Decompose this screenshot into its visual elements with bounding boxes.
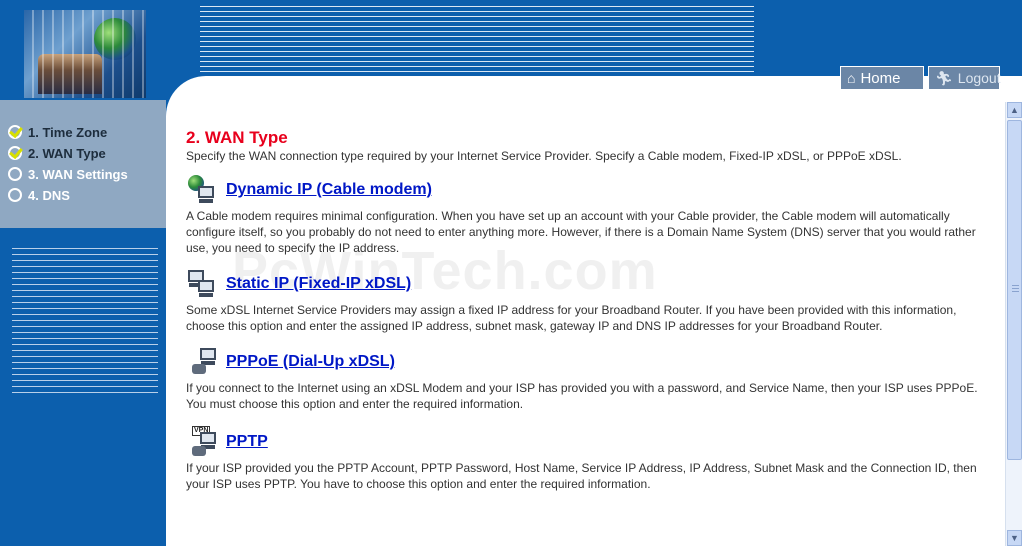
fixed-ip-icon bbox=[186, 268, 218, 300]
sidebar-decorative-lines bbox=[12, 248, 158, 393]
step-wan-type[interactable]: 2. WAN Type bbox=[8, 143, 106, 163]
pppoe-link[interactable]: PPPoE (Dial-Up xDSL) bbox=[226, 353, 395, 371]
step-label: 3. WAN Settings bbox=[28, 166, 128, 182]
dialup-icon bbox=[186, 346, 218, 378]
vertical-scrollbar[interactable]: ▲ ▼ bbox=[1005, 102, 1022, 546]
scroll-grip bbox=[1012, 285, 1019, 293]
scroll-up-arrow-icon[interactable]: ▲ bbox=[1007, 102, 1022, 118]
step-wan-settings[interactable]: 3. WAN Settings bbox=[8, 164, 128, 184]
page-subtitle: Specify the WAN connection type required… bbox=[186, 149, 902, 163]
check-icon bbox=[8, 146, 22, 160]
pptp-link[interactable]: PPTP bbox=[226, 433, 268, 451]
cable-modem-icon bbox=[186, 174, 218, 206]
option-pppoe: PPPoE (Dial-Up xDSL) bbox=[186, 346, 986, 378]
home-button[interactable]: ⌂ Home bbox=[840, 66, 924, 90]
pptp-description: If your ISP provided you the PPTP Accoun… bbox=[186, 461, 977, 491]
dynamic-ip-description: A Cable modem requires minimal configura… bbox=[186, 209, 976, 255]
vpn-icon: VPN bbox=[186, 426, 218, 458]
check-icon bbox=[8, 125, 22, 139]
option-dynamic-ip: Dynamic IP (Cable modem) bbox=[186, 174, 986, 206]
scroll-down-arrow-icon[interactable]: ▼ bbox=[1007, 530, 1022, 546]
step-time-zone[interactable]: 1. Time Zone bbox=[8, 122, 107, 142]
home-icon: ⌂ bbox=[847, 70, 856, 86]
option-pptp: VPN PPTP bbox=[186, 426, 986, 458]
home-label: Home bbox=[860, 69, 901, 87]
circle-icon bbox=[8, 188, 22, 202]
main-content: 2. WAN Type Specify the WAN connection t… bbox=[186, 128, 986, 492]
running-man-icon: 🏃︎ bbox=[935, 69, 953, 86]
scroll-thumb[interactable] bbox=[1007, 120, 1022, 460]
pppoe-description: If you connect to the Internet using an … bbox=[186, 381, 978, 411]
static-ip-link[interactable]: Static IP (Fixed-IP xDSL) bbox=[226, 275, 411, 293]
dynamic-ip-link[interactable]: Dynamic IP (Cable modem) bbox=[226, 181, 432, 199]
page-title: 2. WAN Type bbox=[186, 128, 288, 147]
wizard-steps: 1. Time Zone 2. WAN Type 3. WAN Settings… bbox=[0, 100, 166, 228]
step-dns[interactable]: 4. DNS bbox=[8, 185, 70, 205]
logout-button[interactable]: 🏃︎ Logout bbox=[928, 66, 1001, 90]
logo bbox=[24, 10, 146, 98]
header-decorative-lines bbox=[200, 6, 754, 72]
step-label: 4. DNS bbox=[28, 187, 70, 203]
step-label: 1. Time Zone bbox=[28, 124, 108, 140]
step-label: 2. WAN Type bbox=[28, 145, 106, 161]
logo-bars bbox=[24, 10, 146, 98]
logout-label: Logout bbox=[957, 70, 1001, 86]
circle-icon bbox=[8, 167, 22, 181]
option-static-ip: Static IP (Fixed-IP xDSL) bbox=[186, 268, 986, 300]
sidebar: 1. Time Zone 2. WAN Type 3. WAN Settings… bbox=[0, 100, 166, 546]
static-ip-description: Some xDSL Internet Service Providers may… bbox=[186, 303, 957, 333]
